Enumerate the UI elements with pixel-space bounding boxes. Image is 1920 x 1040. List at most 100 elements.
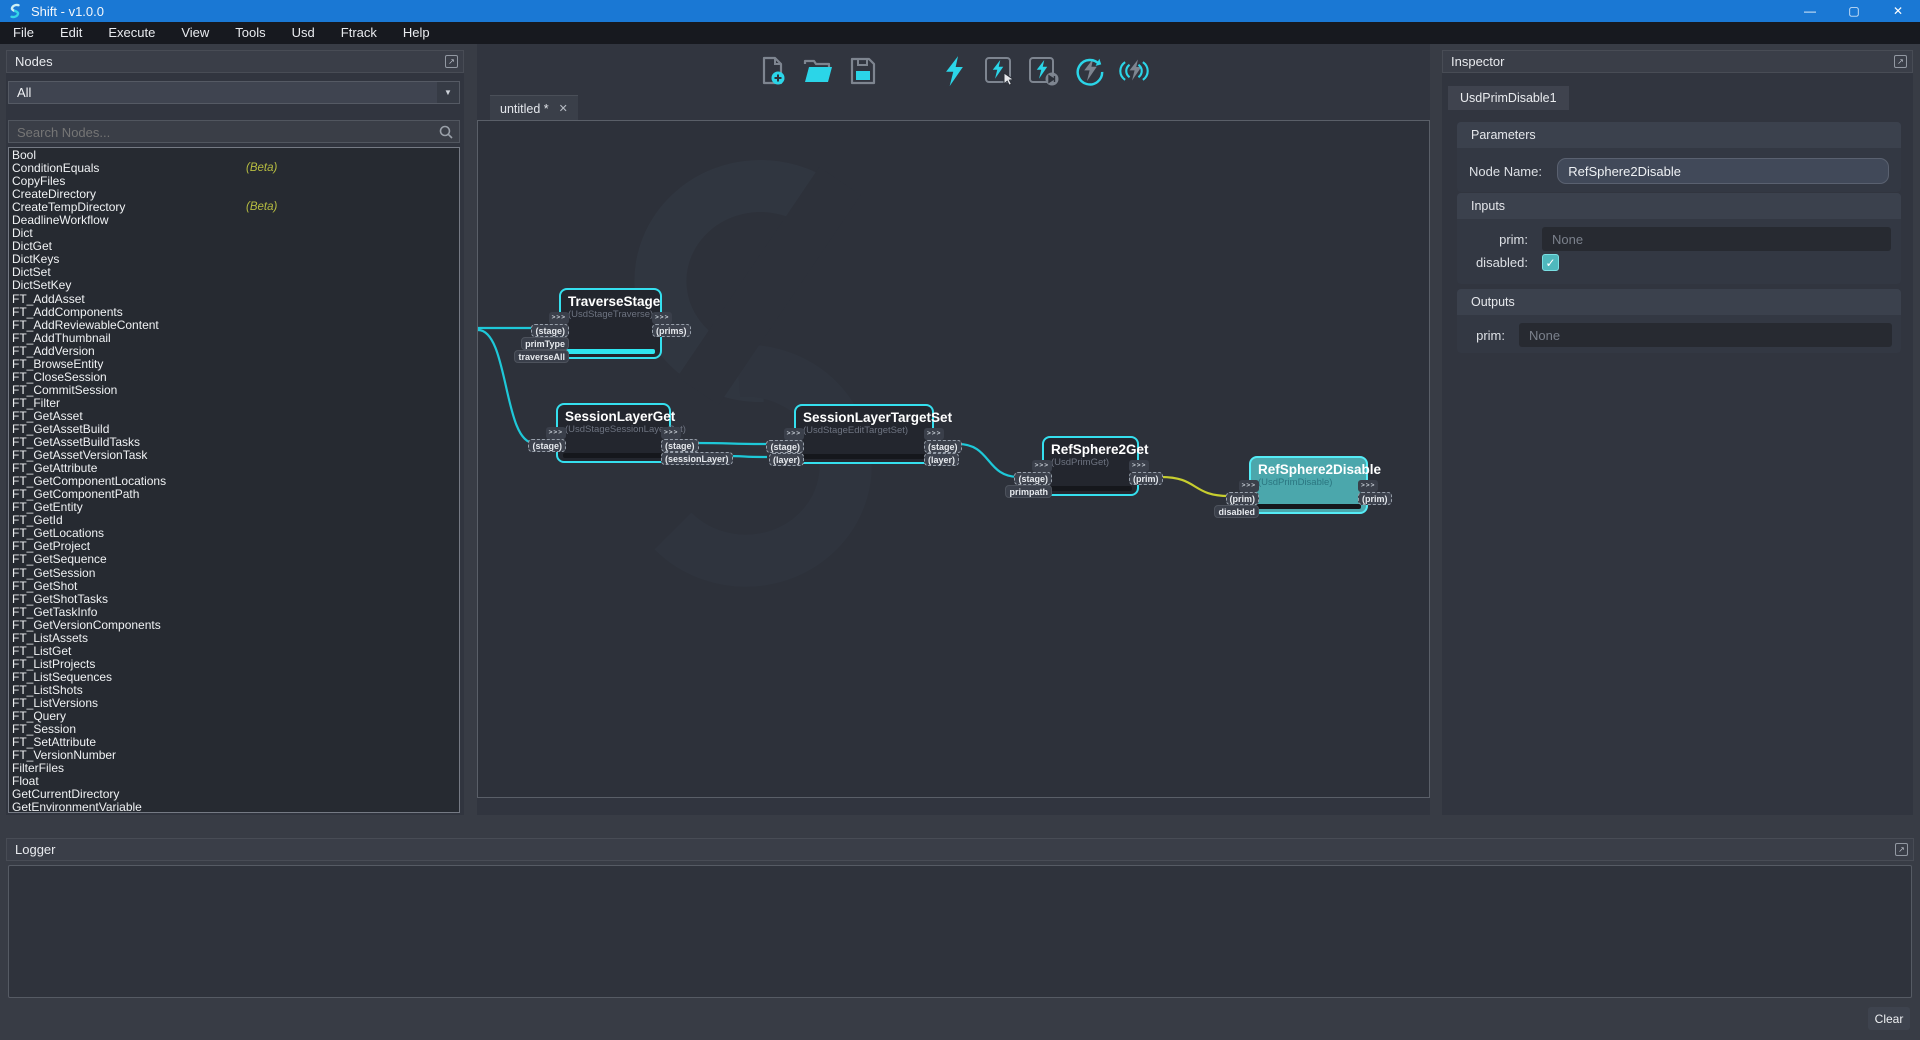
input-port-stage[interactable]: (stage) <box>1014 472 1052 485</box>
list-item-dictkeys[interactable]: DictKeys <box>9 253 459 266</box>
maximize-button[interactable]: ▢ <box>1832 0 1876 22</box>
close-button[interactable]: ✕ <box>1876 0 1920 22</box>
input-disabled-checkbox[interactable]: ✓ <box>1542 254 1559 271</box>
list-item-label: FT_AddAsset <box>12 292 85 306</box>
list-item-ft_listversions[interactable]: FT_ListVersions <box>9 697 459 710</box>
node-status-bar <box>563 453 664 458</box>
list-item-deadlineworkflow[interactable]: DeadlineWorkflow <box>9 214 459 227</box>
execute-until-icon[interactable] <box>1028 55 1060 87</box>
wire <box>1161 477 1229 496</box>
list-item-label: FT_ListVersions <box>12 696 98 710</box>
graph-node-traversestage[interactable]: TraverseStage(UsdStageTraverse)>>>(stage… <box>559 288 662 359</box>
output-ports-arrow: >>> <box>652 312 672 324</box>
menu-item-tools[interactable]: Tools <box>222 22 278 44</box>
search-input[interactable] <box>9 121 439 144</box>
list-item-label: FT_ListProjects <box>12 657 95 671</box>
graph-area: untitled * ✕ TraverseStage(UsdStageTrave… <box>477 44 1430 815</box>
list-item-label: Float <box>12 774 39 788</box>
inspector-node-tab[interactable]: UsdPrimDisable1 <box>1448 86 1569 110</box>
list-item-label: FT_ListAssets <box>12 631 88 645</box>
minimize-button[interactable]: — <box>1788 0 1832 22</box>
execute-selected-icon[interactable] <box>983 55 1015 87</box>
list-item-filterfiles[interactable]: FilterFiles <box>9 762 459 775</box>
node-title: RefSphere2Disable <box>1258 462 1366 477</box>
menu-item-usd[interactable]: Usd <box>279 22 328 44</box>
undock-icon[interactable]: ↗ <box>445 55 458 68</box>
parameters-section: Parameters Node Name: <box>1457 122 1901 192</box>
undock-icon[interactable]: ↗ <box>1895 843 1908 856</box>
input-port-layer[interactable]: (layer) <box>769 453 804 466</box>
undock-icon[interactable]: ↗ <box>1894 55 1907 68</box>
execute-icon[interactable] <box>938 55 970 87</box>
input-ports-arrow: >>> <box>549 312 569 324</box>
list-item-ft_getentity[interactable]: FT_GetEntity <box>9 501 459 514</box>
input-port-stage[interactable]: (stage) <box>531 324 569 337</box>
input-prim-field[interactable] <box>1542 227 1891 251</box>
list-item-dictget[interactable]: DictGet <box>9 240 459 253</box>
menu-item-edit[interactable]: Edit <box>47 22 95 44</box>
tab-bar: untitled * ✕ <box>477 95 1430 120</box>
graph-node-refsphere2disable[interactable]: RefSphere2Disable(UsdPrimDisable)>>>(pri… <box>1249 456 1368 514</box>
tab-close-icon[interactable]: ✕ <box>559 102 568 115</box>
output-port-stage[interactable]: (stage) <box>924 440 962 453</box>
list-item-label: DictSetKey <box>12 278 71 292</box>
list-item-conditionequals[interactable]: ConditionEquals(Beta) <box>9 162 459 175</box>
live-execute-icon[interactable] <box>1118 55 1150 87</box>
output-port-sessionLayer[interactable]: (sessionLayer) <box>661 452 733 465</box>
open-file-icon[interactable] <box>802 55 834 87</box>
list-item-label: FT_CloseSession <box>12 370 107 384</box>
graph-canvas[interactable]: TraverseStage(UsdStageTraverse)>>>(stage… <box>477 120 1430 798</box>
node-subtitle: (UsdPrimDisable) <box>1258 477 1366 488</box>
output-port-layer[interactable]: (layer) <box>924 453 959 466</box>
node-filter-value: All <box>17 85 31 100</box>
input-port-traverseAll[interactable]: traverseAll <box>514 350 569 363</box>
new-file-icon[interactable] <box>757 55 789 87</box>
tab-untitled[interactable]: untitled * ✕ <box>490 95 578 121</box>
node-filter-dropdown[interactable]: All ▼ <box>8 81 460 104</box>
list-item-label: FT_BrowseEntity <box>12 357 103 371</box>
node-name-input[interactable] <box>1557 158 1889 184</box>
list-item-getenvironmentvariable[interactable]: GetEnvironmentVariable <box>9 801 459 813</box>
menu-item-view[interactable]: View <box>168 22 222 44</box>
output-ports-arrow: >>> <box>661 427 681 439</box>
menu-item-ftrack[interactable]: Ftrack <box>328 22 390 44</box>
parameters-section-header: Parameters <box>1457 122 1901 148</box>
input-port-prim[interactable]: (prim) <box>1226 492 1260 505</box>
menu-item-help[interactable]: Help <box>390 22 443 44</box>
list-item-label: GetCurrentDirectory <box>12 787 119 801</box>
output-ports-arrow: >>> <box>924 428 944 440</box>
clear-log-button[interactable]: Clear <box>1868 1007 1910 1030</box>
list-item-ft_query[interactable]: FT_Query <box>9 710 459 723</box>
output-port-stage[interactable]: (stage) <box>661 439 699 452</box>
list-item-ft_listassets[interactable]: FT_ListAssets <box>9 632 459 645</box>
list-item-label: FT_GetProject <box>12 539 90 553</box>
inspector-title: Inspector <box>1451 54 1504 69</box>
graph-node-sessionlayertargetset[interactable]: SessionLayerTargetSet(UsdStageEditTarget… <box>794 404 934 464</box>
logger-title: Logger <box>15 842 55 857</box>
list-item-dict[interactable]: Dict <box>9 227 459 240</box>
input-port-primType[interactable]: primType <box>521 337 569 350</box>
graph-node-sessionlayerget[interactable]: SessionLayerGet(UsdStageSessionLayerGet)… <box>556 403 671 463</box>
output-prim-field[interactable] <box>1519 323 1892 347</box>
menu-item-execute[interactable]: Execute <box>95 22 168 44</box>
nodes-panel-title: Nodes <box>15 54 53 69</box>
input-port-stage[interactable]: (stage) <box>528 439 566 452</box>
list-item-dictset[interactable]: DictSet <box>9 266 459 279</box>
graph-node-refsphere2get[interactable]: RefSphere2Get(UsdPrimGet)>>>(stage)primp… <box>1042 436 1139 496</box>
output-port-prim[interactable]: (prim) <box>1358 492 1392 505</box>
re-execute-icon[interactable] <box>1073 55 1105 87</box>
logger-output[interactable] <box>8 865 1912 998</box>
menu-item-file[interactable]: File <box>0 22 47 44</box>
list-item-label: FT_GetAssetBuildTasks <box>12 435 140 449</box>
list-item-ft_commitsession[interactable]: FT_CommitSession <box>9 384 459 397</box>
list-item-label: Bool <box>12 148 36 162</box>
list-item-label: CreateTempDirectory <box>12 200 125 214</box>
save-file-icon[interactable] <box>847 55 879 87</box>
output-port-prim[interactable]: (prim) <box>1129 472 1163 485</box>
output-port-prims[interactable]: (prims) <box>652 324 691 337</box>
list-item-ft_versionnumber[interactable]: FT_VersionNumber <box>9 749 459 762</box>
input-port-primpath[interactable]: primpath <box>1005 485 1052 498</box>
input-port-disabled[interactable]: disabled <box>1214 505 1259 518</box>
input-port-stage[interactable]: (stage) <box>766 440 804 453</box>
input-ports-arrow: >>> <box>1032 460 1052 472</box>
